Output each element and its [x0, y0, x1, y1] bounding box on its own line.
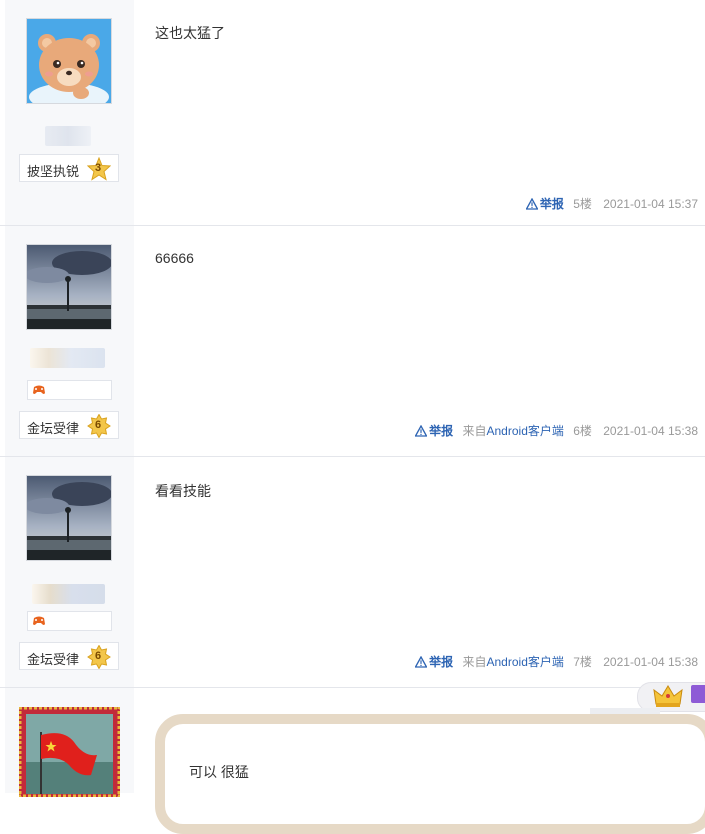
level-star-icon: 6 — [87, 413, 111, 441]
username-blurred[interactable] — [32, 584, 105, 604]
floor-number: 6楼 — [573, 424, 592, 438]
post-content: 可以 很猛 — [189, 764, 249, 780]
username-blurred[interactable] — [30, 348, 105, 368]
post-source: 来自Android客户端 — [462, 655, 564, 669]
vip-tag-icon — [691, 685, 705, 703]
crown-icon — [653, 685, 683, 707]
level-name: 披坚执锐 — [27, 164, 80, 179]
level-name: 金坛受律 — [27, 421, 80, 436]
post-content: 这也太猛了 — [155, 25, 225, 41]
report-link[interactable]: 举报 — [414, 655, 453, 669]
warning-icon — [414, 655, 428, 668]
post-floor-5: 披坚执锐 3 这也太猛了 举报 5楼 2021-01-04 15:37 — [0, 0, 705, 226]
bear-avatar-icon — [27, 19, 111, 103]
post-content: 看看技能 — [155, 483, 211, 499]
post-time: 2021-01-04 15:37 — [603, 197, 698, 211]
lake-avatar-icon — [27, 476, 111, 560]
level-name: 金坛受律 — [27, 652, 80, 667]
user-avatar[interactable] — [26, 475, 112, 561]
floor-number: 5楼 — [573, 197, 592, 211]
post-content: 66666 — [155, 250, 194, 266]
report-link[interactable]: 举报 — [525, 197, 564, 211]
post-tail: 举报 5楼 2021-01-04 15:37 — [525, 195, 698, 212]
post-time: 2021-01-04 15:38 — [603, 424, 698, 438]
post-floor-8: 可以 很猛 — [0, 682, 705, 834]
username-blurred[interactable] — [45, 126, 91, 146]
gamepad-icon — [33, 385, 45, 394]
post-time: 2021-01-04 15:38 — [603, 655, 698, 669]
post-floor-7: 金坛受律 6 看看技能 举报 来自Android客户端 7楼 2021-01-0… — [0, 457, 705, 688]
client-link[interactable]: Android客户端 — [487, 424, 564, 438]
post-source: 来自Android客户端 — [462, 424, 564, 438]
warning-icon — [525, 197, 539, 210]
post-bubble-frame: 可以 很猛 — [155, 714, 705, 834]
level-badge[interactable]: 金坛受律 6 — [19, 642, 119, 670]
level-star-icon: 3 — [86, 156, 112, 184]
user-avatar[interactable] — [26, 244, 112, 330]
user-avatar[interactable] — [16, 704, 123, 800]
warning-icon — [414, 424, 428, 437]
level-badge[interactable]: 披坚执锐 3 — [19, 154, 119, 182]
level-number: 3 — [95, 162, 102, 174]
client-link[interactable]: Android客户端 — [487, 655, 564, 669]
level-star-icon: 6 — [87, 644, 111, 672]
post-tail: 举报 来自Android客户端 6楼 2021-01-04 15:38 — [414, 422, 698, 439]
gamepad-icon — [33, 616, 45, 625]
level-number: 6 — [95, 650, 102, 662]
post-tail: 举报 来自Android客户端 7楼 2021-01-04 15:38 — [414, 653, 698, 670]
level-badge[interactable]: 金坛受律 6 — [19, 411, 119, 439]
medal-slot[interactable] — [27, 380, 112, 400]
report-link[interactable]: 举报 — [414, 424, 453, 438]
user-avatar[interactable] — [26, 18, 112, 104]
floor-number: 7楼 — [573, 655, 592, 669]
medal-slot[interactable] — [27, 611, 112, 631]
lake-avatar-icon — [27, 245, 111, 329]
post-floor-6: 金坛受律 6 66666 举报 来自Android客户端 6楼 2021-01-… — [0, 226, 705, 457]
flag-avatar-icon — [16, 704, 123, 800]
level-number: 6 — [95, 419, 102, 431]
